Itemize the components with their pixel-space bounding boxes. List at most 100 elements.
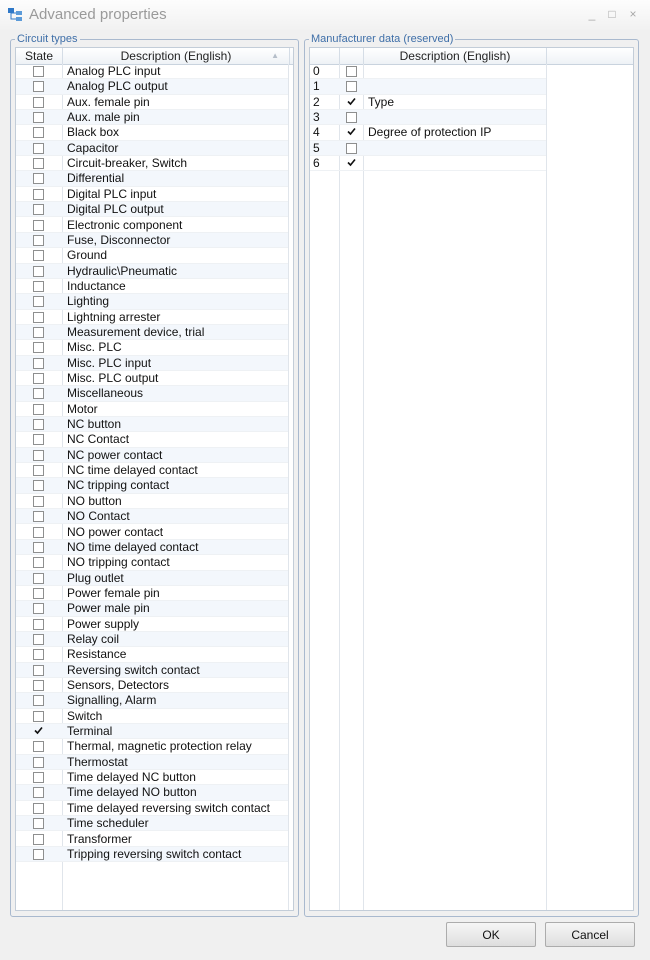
index-column-header[interactable] xyxy=(310,48,340,64)
circuit-type-checkbox[interactable] xyxy=(33,357,44,369)
circuit-type-row[interactable]: Power female pin xyxy=(16,586,288,602)
manufacturer-data-checkbox[interactable] xyxy=(346,81,357,93)
circuit-type-checkbox[interactable] xyxy=(33,219,44,231)
circuit-type-row[interactable]: Thermal, magnetic protection relay xyxy=(16,739,288,755)
circuit-type-row[interactable]: Differential xyxy=(16,171,288,187)
circuit-type-row[interactable]: NC power contact xyxy=(16,447,288,464)
manufacturer-data-row[interactable]: 6 xyxy=(310,156,546,172)
circuit-type-row[interactable]: NC tripping contact xyxy=(16,478,288,494)
manufacturer-data-row[interactable]: 1 xyxy=(310,79,546,95)
circuit-type-row[interactable]: Analog PLC input xyxy=(16,64,288,80)
ok-button[interactable]: OK xyxy=(446,922,536,947)
circuit-type-row[interactable]: Terminal xyxy=(16,724,288,740)
manufacturer-data-row[interactable]: 5 xyxy=(310,140,546,157)
manufacturer-data-checkbox[interactable] xyxy=(346,97,357,108)
circuit-type-row[interactable]: Thermostat xyxy=(16,754,288,771)
circuit-type-row[interactable]: Resistance xyxy=(16,647,288,663)
md-description-column-header[interactable]: Description (English) xyxy=(364,48,547,64)
circuit-type-checkbox[interactable] xyxy=(33,326,44,338)
circuit-type-checkbox[interactable] xyxy=(33,741,44,753)
circuit-type-checkbox[interactable] xyxy=(33,695,44,707)
manufacturer-data-row[interactable]: 3 xyxy=(310,110,546,126)
circuit-type-row[interactable]: Capacitor xyxy=(16,140,288,157)
circuit-type-checkbox[interactable] xyxy=(33,81,44,93)
circuit-types-grid[interactable]: State Description (English) ▲ Analog PLC… xyxy=(15,47,294,911)
circuit-type-checkbox[interactable] xyxy=(33,280,44,292)
circuit-type-checkbox[interactable] xyxy=(33,495,44,507)
circuit-type-row[interactable]: NO tripping contact xyxy=(16,555,288,571)
circuit-type-checkbox[interactable] xyxy=(33,373,44,384)
circuit-type-row[interactable]: Relay coil xyxy=(16,631,288,648)
manufacturer-data-checkbox[interactable] xyxy=(346,142,357,154)
circuit-type-row[interactable]: Misc. PLC xyxy=(16,340,288,356)
circuit-type-row[interactable]: Signalling, Alarm xyxy=(16,693,288,709)
circuit-type-checkbox[interactable] xyxy=(33,296,44,308)
circuit-type-row[interactable]: NC button xyxy=(16,417,288,433)
circuit-type-checkbox[interactable] xyxy=(33,480,44,492)
circuit-type-row[interactable]: NO button xyxy=(16,494,288,510)
circuit-type-checkbox[interactable] xyxy=(33,526,44,538)
circuit-type-row[interactable]: Time delayed reversing switch contact xyxy=(16,801,288,817)
circuit-type-checkbox[interactable] xyxy=(33,127,44,139)
minimize-button[interactable]: _ xyxy=(583,4,601,24)
circuit-type-checkbox[interactable] xyxy=(33,557,44,569)
circuit-type-row[interactable]: NO Contact xyxy=(16,509,288,525)
circuit-type-checkbox[interactable] xyxy=(33,680,44,691)
circuit-type-row[interactable]: Motor xyxy=(16,402,288,418)
circuit-type-checkbox[interactable] xyxy=(33,449,44,461)
circuit-type-checkbox[interactable] xyxy=(33,541,44,553)
circuit-type-row[interactable]: NO power contact xyxy=(16,525,288,540)
circuit-type-checkbox[interactable] xyxy=(33,649,44,661)
circuit-type-row[interactable]: Reversing switch contact xyxy=(16,662,288,678)
circuit-type-row[interactable]: Black box xyxy=(16,125,288,141)
circuit-type-checkbox[interactable] xyxy=(33,833,44,845)
circuit-type-checkbox[interactable] xyxy=(33,710,44,722)
circuit-type-row[interactable]: Ground xyxy=(16,248,288,264)
circuit-type-checkbox[interactable] xyxy=(33,772,44,784)
circuit-type-checkbox[interactable] xyxy=(33,403,44,415)
circuit-type-checkbox[interactable] xyxy=(33,142,44,154)
circuit-type-checkbox[interactable] xyxy=(33,587,44,599)
circuit-type-row[interactable]: Power supply xyxy=(16,617,288,632)
manufacturer-data-row[interactable]: 0 xyxy=(310,64,546,80)
circuit-type-row[interactable]: NO time delayed contact xyxy=(16,539,288,556)
circuit-type-checkbox[interactable] xyxy=(33,434,44,446)
manufacturer-data-grid[interactable]: Description (English) 0 1 2 Type 3 4 Degree of… xyxy=(309,47,634,911)
circuit-type-row[interactable]: Fuse, Disconnector xyxy=(16,232,288,249)
circuit-type-row[interactable]: Time delayed NO button xyxy=(16,785,288,801)
manufacturer-data-row[interactable]: 4 Degree of protection IP xyxy=(310,125,546,141)
circuit-type-checkbox[interactable] xyxy=(33,419,44,431)
circuit-type-row[interactable]: Tripping reversing switch contact xyxy=(16,846,288,863)
circuit-type-row[interactable]: Misc. PLC input xyxy=(16,355,288,371)
circuit-type-checkbox[interactable] xyxy=(33,388,44,400)
circuit-type-row[interactable]: Time scheduler xyxy=(16,816,288,832)
circuit-type-row[interactable]: Transformer xyxy=(16,832,288,847)
circuit-type-checkbox[interactable] xyxy=(33,311,44,323)
state-column-header[interactable]: State xyxy=(16,48,63,64)
circuit-type-checkbox[interactable] xyxy=(33,848,44,860)
circuit-type-row[interactable]: Lightning arrester xyxy=(16,310,288,325)
circuit-type-checkbox[interactable] xyxy=(33,96,44,108)
circuit-type-row[interactable]: Lighting xyxy=(16,294,288,310)
circuit-type-row[interactable]: Electronic component xyxy=(16,218,288,233)
circuit-type-checkbox[interactable] xyxy=(33,265,44,277)
circuit-type-row[interactable]: Plug outlet xyxy=(16,570,288,586)
manufacturer-data-checkbox[interactable] xyxy=(346,127,357,138)
circuit-type-row[interactable]: NC Contact xyxy=(16,432,288,448)
circuit-type-row[interactable]: Time delayed NC button xyxy=(16,770,288,786)
circuit-type-checkbox[interactable] xyxy=(33,603,44,615)
circuit-type-row[interactable]: Sensors, Detectors xyxy=(16,678,288,694)
manufacturer-data-checkbox[interactable] xyxy=(346,158,357,169)
circuit-type-checkbox[interactable] xyxy=(33,664,44,676)
circuit-type-row[interactable]: Misc. PLC output xyxy=(16,371,288,387)
circuit-type-row[interactable]: Aux. female pin xyxy=(16,95,288,111)
circuit-type-checkbox[interactable] xyxy=(33,342,44,354)
circuit-type-checkbox[interactable] xyxy=(33,511,44,523)
circuit-type-row[interactable]: Analog PLC output xyxy=(16,79,288,95)
title-bar[interactable]: Advanced properties _ □ × xyxy=(0,0,650,30)
circuit-type-checkbox[interactable] xyxy=(33,572,44,584)
circuit-type-checkbox[interactable] xyxy=(33,633,44,645)
circuit-type-checkbox[interactable] xyxy=(33,756,44,768)
circuit-type-checkbox[interactable] xyxy=(33,726,44,737)
circuit-type-checkbox[interactable] xyxy=(33,465,44,477)
